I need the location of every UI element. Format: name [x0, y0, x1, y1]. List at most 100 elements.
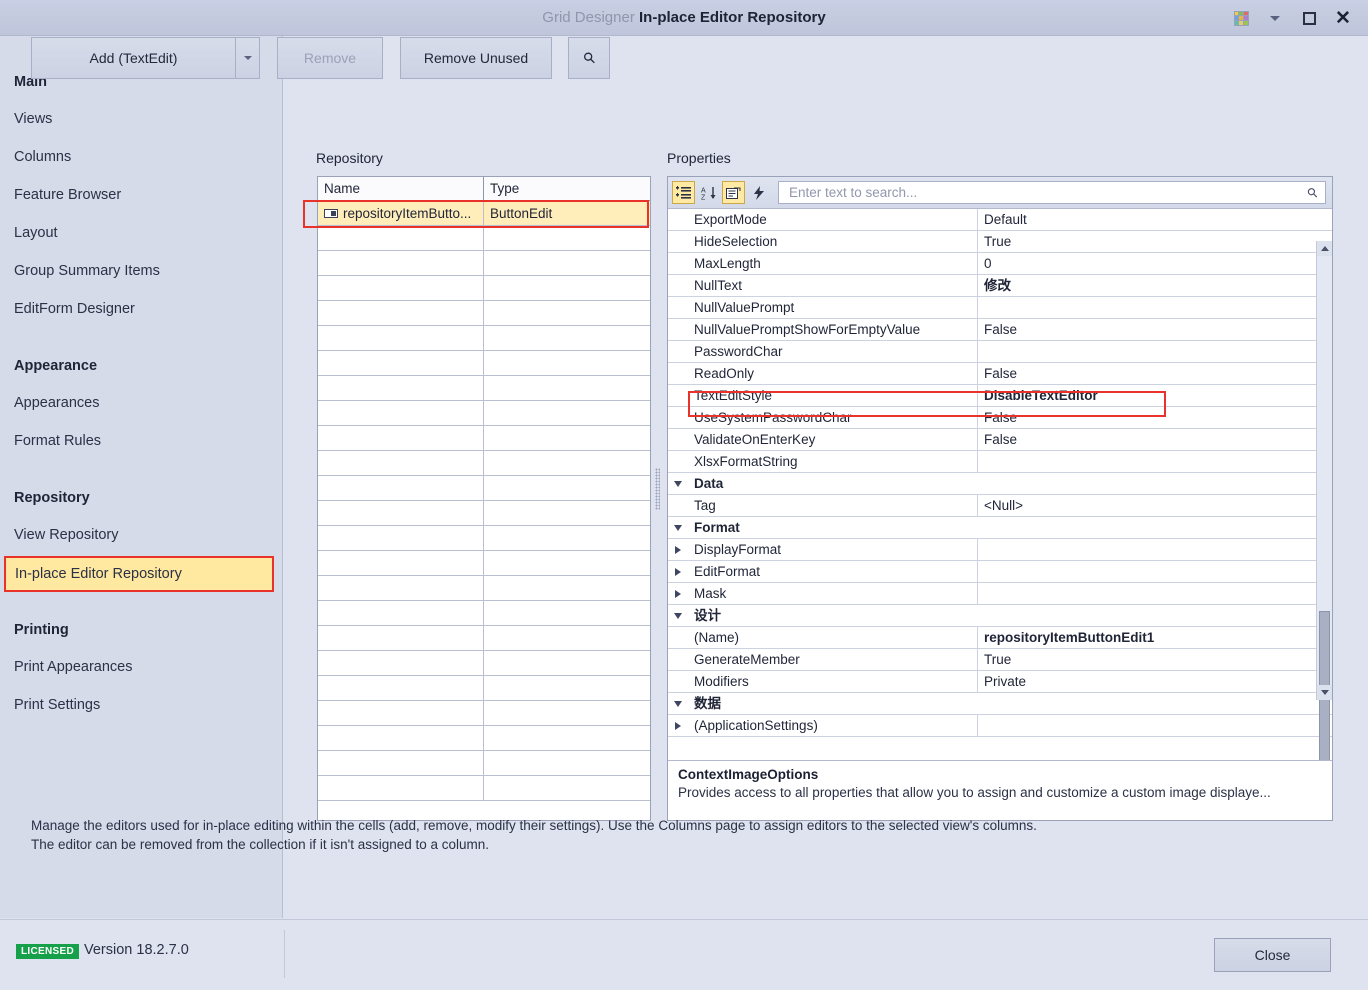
table-row-empty[interactable] [318, 626, 650, 651]
remove-button[interactable]: Remove [277, 37, 383, 79]
sidebar-item-appearances[interactable]: Appearances [0, 384, 99, 422]
chevron-down-icon[interactable] [1258, 3, 1292, 33]
property-row[interactable]: ExportMode Default [668, 209, 1332, 231]
property-row[interactable]: XlsxFormatString [668, 451, 1332, 473]
table-row-empty[interactable] [318, 576, 650, 601]
property-row[interactable]: GenerateMember True [668, 649, 1332, 671]
property-row[interactable]: ReadOnly False [668, 363, 1332, 385]
property-row[interactable]: MaxLength 0 [668, 253, 1332, 275]
property-row[interactable]: TextEditStyle DisableTextEditor [668, 385, 1332, 407]
repository-grid[interactable]: Name Type repositoryItemButto... ButtonEd… [317, 176, 651, 821]
property-row[interactable]: NullValuePromptShowForEmptyValue False [668, 319, 1332, 341]
collapse-triangle-icon[interactable] [668, 693, 688, 714]
sidebar-item-editform-designer[interactable]: EditForm Designer [0, 290, 135, 328]
property-value[interactable] [978, 561, 1332, 582]
property-row[interactable]: UseSystemPasswordChar False [668, 407, 1332, 429]
property-row[interactable]: DisplayFormat [668, 539, 1332, 561]
property-row[interactable]: NullText 修改 [668, 275, 1332, 297]
property-value[interactable]: repositoryItemButtonEdit1 [978, 627, 1332, 648]
property-value[interactable] [978, 297, 1332, 318]
property-row[interactable]: PasswordChar [668, 341, 1332, 363]
panel-splitter[interactable] [653, 176, 663, 821]
maximize-icon[interactable] [1292, 3, 1326, 33]
table-row-empty[interactable] [318, 451, 650, 476]
properties-scrollbar[interactable] [1316, 241, 1332, 760]
expand-triangle-icon[interactable] [668, 583, 688, 604]
alphabetical-sort-icon[interactable]: A Z [697, 181, 720, 204]
table-row-empty[interactable] [318, 751, 650, 776]
property-category-row[interactable]: Format [668, 517, 1332, 539]
scroll-down-arrow-icon[interactable] [1317, 685, 1332, 700]
property-row[interactable]: HideSelection True [668, 231, 1332, 253]
property-value[interactable]: True [978, 231, 1332, 252]
property-value[interactable] [978, 539, 1332, 560]
table-row-empty[interactable] [318, 251, 650, 276]
table-row-empty[interactable] [318, 401, 650, 426]
property-row[interactable]: Tag <Null> [668, 495, 1332, 517]
table-row-empty[interactable] [318, 301, 650, 326]
sidebar-item-views[interactable]: Views [0, 100, 52, 138]
table-row-empty[interactable] [318, 376, 650, 401]
property-value[interactable]: False [978, 363, 1332, 384]
table-row-empty[interactable] [318, 726, 650, 751]
property-row[interactable]: (ApplicationSettings) [668, 715, 1332, 737]
table-row-empty[interactable] [318, 476, 650, 501]
property-value[interactable]: DisableTextEditor [978, 385, 1332, 406]
events-lightning-icon[interactable] [747, 181, 770, 204]
scroll-up-arrow-icon[interactable] [1317, 241, 1332, 256]
property-value[interactable]: False [978, 429, 1332, 450]
property-value[interactable] [978, 715, 1332, 736]
table-row-empty[interactable] [318, 651, 650, 676]
table-row-empty[interactable] [318, 526, 650, 551]
property-category-row[interactable]: 数据 [668, 693, 1332, 715]
property-pages-icon[interactable] [722, 181, 745, 204]
property-row[interactable]: NullValuePrompt [668, 297, 1332, 319]
property-value[interactable]: Private [978, 671, 1332, 692]
property-category-row[interactable]: Data [668, 473, 1332, 495]
close-icon[interactable]: ✕ [1326, 3, 1360, 33]
sidebar-item-print-settings[interactable]: Print Settings [0, 686, 100, 724]
properties-search-input[interactable] [787, 184, 1309, 201]
search-button[interactable]: ⚲ [568, 37, 610, 79]
expand-triangle-icon[interactable] [668, 561, 688, 582]
sidebar-item-layout[interactable]: Layout [0, 214, 58, 252]
add-editor-dropdown-button[interactable] [235, 37, 260, 79]
property-row[interactable]: Mask [668, 583, 1332, 605]
sidebar-item-group-summary-items[interactable]: Group Summary Items [0, 252, 160, 290]
collapse-triangle-icon[interactable] [668, 605, 688, 626]
table-row-empty[interactable] [318, 776, 650, 801]
categorized-view-icon[interactable] [672, 181, 695, 204]
collapse-triangle-icon[interactable] [668, 517, 688, 538]
sidebar-item-feature-browser[interactable]: Feature Browser [0, 176, 121, 214]
table-row-empty[interactable] [318, 551, 650, 576]
property-value[interactable]: 0 [978, 253, 1332, 274]
expand-triangle-icon[interactable] [668, 715, 688, 736]
table-row-empty[interactable] [318, 601, 650, 626]
property-row[interactable]: (Name) repositoryItemButtonEdit1 [668, 627, 1332, 649]
table-row-empty[interactable] [318, 351, 650, 376]
table-row-empty[interactable] [318, 501, 650, 526]
property-value[interactable] [978, 451, 1332, 472]
property-value[interactable]: 修改 [978, 275, 1332, 296]
add-editor-button[interactable]: Add (TextEdit) [31, 37, 235, 79]
table-row-empty[interactable] [318, 226, 650, 251]
property-row[interactable]: Modifiers Private [668, 671, 1332, 693]
collapse-triangle-icon[interactable] [668, 473, 688, 494]
properties-list[interactable]: ExportMode Default HideSelection True MaxLen… [668, 209, 1332, 760]
properties-search-box[interactable]: ⚲ [778, 181, 1326, 204]
close-button[interactable]: Close [1214, 938, 1331, 972]
table-row[interactable]: repositoryItemButto... ButtonEdit [318, 201, 650, 226]
property-value[interactable]: False [978, 407, 1332, 428]
property-category-row[interactable]: 设计 [668, 605, 1332, 627]
property-row[interactable]: EditFormat [668, 561, 1332, 583]
property-value[interactable]: Default [978, 209, 1332, 230]
grid-icon[interactable] [1224, 3, 1258, 33]
property-value[interactable] [978, 583, 1332, 604]
property-value[interactable]: True [978, 649, 1332, 670]
sidebar-item-columns[interactable]: Columns [0, 138, 71, 176]
sidebar-item-in-place-editor-repository[interactable]: In-place Editor Repository [4, 556, 274, 592]
sidebar-item-view-repository[interactable]: View Repository [0, 516, 119, 554]
property-value[interactable]: <Null> [978, 495, 1332, 516]
sidebar-item-format-rules[interactable]: Format Rules [0, 422, 101, 460]
property-value[interactable]: False [978, 319, 1332, 340]
